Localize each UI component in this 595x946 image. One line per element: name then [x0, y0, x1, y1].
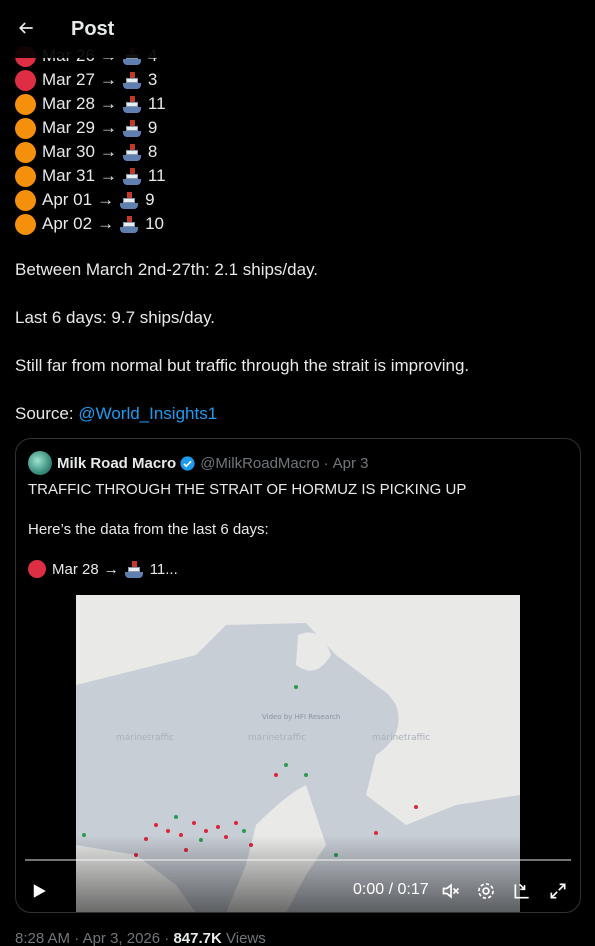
quoted-author-handle[interactable]: @MilkRoadMacro — [200, 455, 319, 472]
arrow-glyph: → — [99, 94, 117, 113]
orange-circle-icon — [15, 141, 36, 163]
quoted-text-line-1: TRAFFIC THROUGH THE STRAIT OF HORMUZ IS … — [28, 481, 467, 498]
day-row: Mar 30 → 8 — [15, 140, 315, 164]
daily-ship-list: Mar 26→4Mar 27→3Mar 28→11Mar 29→9Mar 30→… — [15, 44, 315, 236]
post-text-line-1: Between March 2nd-27th: 2.1 ships/day. — [15, 260, 319, 279]
arrow-glyph: → — [97, 190, 115, 209]
day-row: Mar 31 → 11 — [15, 164, 315, 188]
video-time: 0:00 / 0:17 — [353, 881, 429, 899]
post-meta: 8:28 AM · Apr 3, 2026 · 847.7K Views — [15, 930, 266, 946]
quoted-post[interactable]: Milk Road Macro @MilkRoadMacro · Apr 3 T… — [15, 438, 581, 913]
separator-dot: · — [323, 454, 329, 472]
quoted-post-header: Milk Road Macro @MilkRoadMacro · Apr 3 — [28, 451, 368, 475]
day-date: Mar 27 — [42, 70, 95, 89]
ship-icon — [124, 559, 144, 579]
day-count: 11 — [147, 166, 166, 185]
day-count: 11 — [147, 94, 166, 113]
day-date: Apr 02 — [42, 214, 93, 233]
video-player[interactable]: Video by HFI Research marinetraffic mari… — [76, 595, 520, 912]
video-watermark: Video by HFI Research — [262, 713, 340, 721]
post-date[interactable]: Apr 3, 2026 — [83, 930, 161, 946]
map-watermark-1: marinetraffic — [116, 733, 174, 743]
quoted-text-line-2: Here’s the data from the last 6 days: — [28, 521, 269, 538]
orange-circle-icon — [15, 117, 36, 139]
back-button[interactable] — [10, 12, 42, 44]
day-date: Mar 28 — [42, 94, 95, 113]
video-time-total: 0:17 — [397, 881, 429, 898]
map-watermark-2: marinetraffic — [248, 733, 306, 743]
day-date: Apr 01 — [42, 190, 93, 209]
orange-circle-icon — [15, 93, 36, 115]
arrow-glyph: → — [103, 560, 119, 578]
quoted-row-date: Mar 28 — [52, 560, 99, 578]
ship-icon — [122, 166, 142, 186]
post-source: Source: @World_Insights1 — [15, 404, 217, 424]
post-time[interactable]: 8:28 AM — [15, 930, 70, 946]
day-date: Mar 31 — [42, 166, 95, 185]
arrow-left-icon — [18, 22, 33, 34]
ship-icon — [119, 214, 139, 234]
day-row: Apr 01 → 9 — [15, 188, 315, 212]
play-icon[interactable] — [30, 882, 48, 900]
page-title: Post — [71, 18, 115, 40]
meta-separator-2: · — [164, 930, 170, 946]
day-row: Mar 28 → 11 — [15, 92, 315, 116]
map-watermark-3: marinetraffic — [372, 733, 430, 743]
arrow-glyph: → — [99, 118, 117, 137]
day-row: Mar 27 → 3 — [15, 68, 315, 92]
day-count: 9 — [147, 118, 158, 137]
views-label: Views — [226, 930, 266, 946]
source-link[interactable]: @World_Insights1 — [78, 404, 217, 423]
day-date: Mar 29 — [42, 118, 95, 137]
orange-circle-icon — [15, 213, 36, 235]
fullscreen-icon[interactable] — [548, 881, 568, 901]
day-count: 8 — [147, 142, 158, 161]
day-date: Mar 30 — [42, 142, 95, 161]
ship-icon — [122, 94, 142, 114]
ship-icon — [122, 118, 142, 138]
source-label: Source: — [15, 404, 74, 423]
quoted-author-name[interactable]: Milk Road Macro — [57, 455, 176, 472]
ship-icon — [122, 70, 142, 90]
video-time-current: 0:00 — [353, 881, 385, 898]
red-circle-icon — [15, 69, 36, 91]
meta-separator-1: · — [74, 930, 80, 946]
ship-icon — [119, 190, 139, 210]
quoted-post-date[interactable]: Apr 3 — [333, 455, 369, 472]
arrow-glyph: → — [97, 214, 115, 233]
mute-icon[interactable] — [441, 881, 461, 901]
arrow-glyph: → — [99, 142, 117, 161]
video-time-separator: / — [388, 881, 394, 898]
arrow-glyph: → — [99, 70, 117, 89]
view-count: 847.7K — [173, 930, 222, 946]
top-header: Post — [0, 0, 595, 58]
orange-circle-icon — [15, 189, 36, 211]
orange-circle-icon — [15, 165, 36, 187]
verified-badge-icon — [180, 455, 195, 471]
day-count: 3 — [147, 70, 158, 89]
red-circle-icon — [28, 560, 46, 578]
arrow-glyph: → — [99, 166, 117, 185]
pip-icon[interactable] — [512, 881, 532, 901]
quoted-row-count: 11... — [149, 560, 178, 578]
settings-gear-icon[interactable] — [476, 881, 496, 901]
post-text-line-3: Still far from normal but traffic throug… — [15, 356, 470, 375]
avatar[interactable] — [28, 451, 52, 475]
day-count: 10 — [145, 214, 165, 233]
day-count: 9 — [145, 190, 155, 209]
day-row: Mar 29 → 9 — [15, 116, 315, 140]
ship-icon — [122, 142, 142, 162]
video-progress-bar[interactable] — [25, 859, 571, 861]
day-row: Apr 02 → 10 — [15, 212, 315, 236]
quoted-day-row: Mar 28 → 11... — [28, 559, 178, 579]
map-video-frame: Video by HFI Research marinetraffic mari… — [76, 595, 520, 912]
post-text-line-2: Last 6 days: 9.7 ships/day. — [15, 308, 216, 327]
